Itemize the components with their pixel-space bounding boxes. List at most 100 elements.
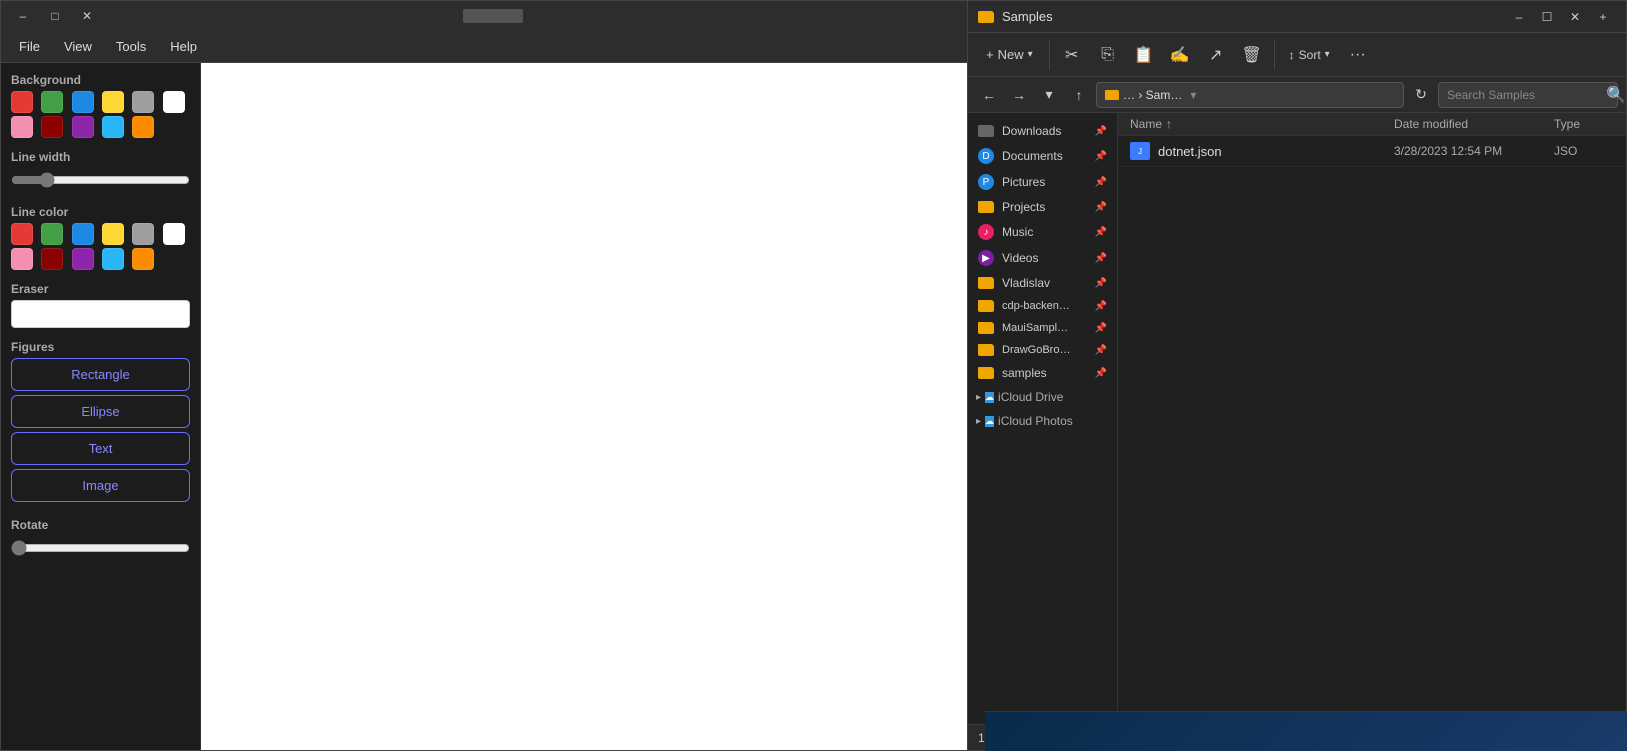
vladislav-pin-icon: 📌 [1095,278,1107,289]
nav-item-videos[interactable]: ▶ Videos 📌 [968,245,1117,271]
close-button[interactable]: ✕ [73,6,101,26]
icloud-photos-expand-icon: ▸ [976,416,981,427]
column-name-header[interactable]: Name ↑ [1130,117,1394,131]
paste-button[interactable]: 📋 [1128,39,1160,71]
menu-file[interactable]: File [9,35,50,58]
line-width-slider[interactable] [11,172,190,188]
explorer-maximize-button[interactable]: ☐ [1534,7,1560,27]
maui-pin-icon: 📌 [1095,323,1107,334]
nav-item-maui[interactable]: MauiSampl… 📌 [968,317,1117,339]
drawing-canvas[interactable] [201,63,984,750]
nav-item-icloud-drive[interactable]: ▸ ☁ iCloud Drive [968,385,1117,409]
back-button[interactable]: ← [976,82,1002,108]
nav-item-samples[interactable]: samples 📌 [968,361,1117,385]
app-title-indicator [463,9,523,23]
column-date-header[interactable]: Date modified [1394,117,1554,131]
column-type-label: Type [1554,117,1580,131]
explorer-new-tab-button[interactable]: + [1590,7,1616,27]
eraser-button[interactable] [11,300,190,328]
color-swatch-gray[interactable] [132,91,154,113]
recent-button[interactable]: ▾ [1036,82,1062,108]
delete-button[interactable]: 🗑 [1236,39,1268,71]
cut-button[interactable]: ✂ [1056,39,1088,71]
nav-item-music[interactable]: ♪ Music 📌 [968,219,1117,245]
file-list-header: Name ↑ Date modified Type [1118,113,1626,136]
pictures-pin-icon: 📌 [1095,177,1107,188]
forward-button[interactable]: → [1006,82,1032,108]
line-color-pink[interactable] [11,248,33,270]
line-color-blue[interactable] [72,223,94,245]
copy-button[interactable]: ⎘ [1092,39,1124,71]
color-swatch-yellow[interactable] [102,91,124,113]
ellipse-button[interactable]: Ellipse [11,395,190,428]
share-button[interactable]: ↗ [1200,39,1232,71]
search-box[interactable]: 🔍 [1438,82,1618,108]
nav-item-vladislav-label: Vladislav [1002,276,1050,290]
sort-button[interactable]: ↕ Sort ▾ [1281,44,1338,66]
nav-item-cdp[interactable]: cdp-backen… 📌 [968,295,1117,317]
nav-item-cdp-label: cdp-backen… [1002,300,1070,312]
image-button[interactable]: Image [11,469,190,502]
line-color-white[interactable] [163,223,185,245]
line-color-darkred[interactable] [41,248,63,270]
text-button[interactable]: Text [11,432,190,465]
menu-help[interactable]: Help [160,35,207,58]
color-swatch-white[interactable] [163,91,185,113]
nav-item-documents[interactable]: D Documents 📌 [968,143,1117,169]
file-explorer-window: Samples – ☐ ✕ + + New ▾ ✂ ⎘ 📋 ✍ ↗ 🗑 ↕ So… [967,0,1627,751]
rotate-slider[interactable] [11,540,190,556]
explorer-minimize-button[interactable]: – [1506,7,1532,27]
menu-tools[interactable]: Tools [106,35,156,58]
column-type-header[interactable]: Type [1554,117,1614,131]
app-menubar: File View Tools Help [1,31,984,63]
line-color-green[interactable] [41,223,63,245]
explorer-titlebar: Samples – ☐ ✕ + [968,1,1626,33]
nav-item-vladislav[interactable]: Vladislav 📌 [968,271,1117,295]
refresh-button[interactable]: ↻ [1408,82,1434,108]
table-row[interactable]: J dotnet.json 3/28/2023 12:54 PM JSO [1118,136,1626,167]
color-swatch-red[interactable] [11,91,33,113]
samples-folder-icon [978,367,994,379]
menu-view[interactable]: View [54,35,102,58]
line-color-red[interactable] [11,223,33,245]
maximize-button[interactable]: □ [41,6,69,26]
color-swatch-lightblue[interactable] [102,116,124,138]
projects-pin-icon: 📌 [1095,202,1107,213]
nav-item-projects[interactable]: Projects 📌 [968,195,1117,219]
color-swatch-orange[interactable] [132,116,154,138]
more-options-button[interactable]: ··· [1342,39,1374,71]
nav-item-drawgo[interactable]: DrawGoBro… 📌 [968,339,1117,361]
new-plus-icon: + [986,47,994,62]
line-color-grid [11,223,190,270]
color-swatch-green[interactable] [41,91,63,113]
new-button[interactable]: + New ▾ [976,43,1043,66]
documents-icon: D [978,148,994,164]
line-color-lightblue[interactable] [102,248,124,270]
drawgo-folder-icon [978,344,994,356]
line-color-gray[interactable] [132,223,154,245]
left-nav: Downloads 📌 D Documents 📌 P Pictures 📌 P… [968,113,1118,724]
search-input[interactable] [1447,88,1602,102]
nav-item-pictures[interactable]: P Pictures 📌 [968,169,1117,195]
rectangle-button[interactable]: Rectangle [11,358,190,391]
sidebar: Background Line width [1,63,201,750]
nav-item-icloud-photos[interactable]: ▸ ☁ iCloud Photos [968,409,1117,433]
line-color-orange[interactable] [132,248,154,270]
color-swatch-purple[interactable] [72,116,94,138]
address-path-bar[interactable]: … › Sam… ▾ [1096,82,1404,108]
rotate-label: Rotate [11,518,190,532]
line-color-purple[interactable] [72,248,94,270]
color-swatch-blue[interactable] [72,91,94,113]
sort-label: Sort [1299,48,1321,62]
vladislav-folder-icon [978,277,994,289]
line-color-yellow[interactable] [102,223,124,245]
file-date-dotnet: 3/28/2023 12:54 PM [1394,144,1554,158]
rename-button[interactable]: ✍ [1164,39,1196,71]
up-button[interactable]: ↑ [1066,82,1092,108]
color-swatch-darkred[interactable] [41,116,63,138]
explorer-close-button[interactable]: ✕ [1562,7,1588,27]
minimize-button[interactable]: – [9,6,37,26]
nav-item-music-label: Music [1002,225,1033,239]
nav-item-downloads[interactable]: Downloads 📌 [968,119,1117,143]
color-swatch-pink[interactable] [11,116,33,138]
